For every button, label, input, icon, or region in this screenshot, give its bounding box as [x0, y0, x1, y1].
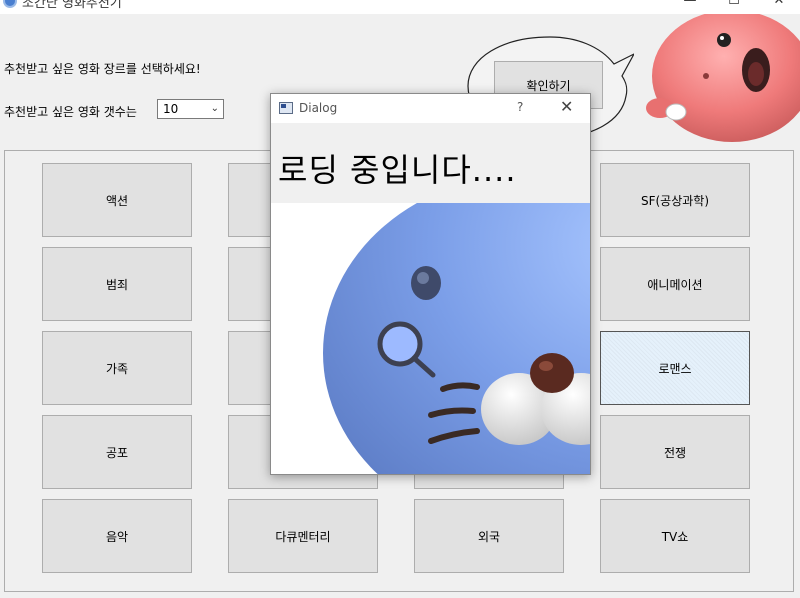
dialog-window-icon: [279, 102, 293, 114]
genre-button-war[interactable]: 전쟁: [600, 415, 750, 489]
genre-button-crime[interactable]: 범죄: [42, 247, 192, 321]
genre-button-action[interactable]: 액션: [42, 163, 192, 237]
movie-count-value: 10: [163, 102, 179, 116]
dialog-title: Dialog: [299, 101, 338, 115]
count-prompt-label: 추천받고 싶은 영화 갯수는: [4, 105, 137, 119]
genre-button-music[interactable]: 음악: [42, 499, 192, 573]
genre-button-animation[interactable]: 애니메이션: [600, 247, 750, 321]
close-button[interactable]: ✕: [757, 0, 800, 14]
genre-button-sf[interactable]: SF(공상과학): [600, 163, 750, 237]
app-icon: [3, 0, 17, 8]
genre-button-foreign[interactable]: 외국: [414, 499, 564, 573]
genre-button-romance[interactable]: 로맨스: [600, 331, 750, 405]
genre-button-family[interactable]: 가족: [42, 331, 192, 405]
genre-prompt-label: 추천받고 싶은 영화 장르를 선택하세요!: [4, 62, 201, 76]
window-title: 조간단 영화추천기: [22, 0, 122, 11]
maximize-button[interactable]: ☐: [712, 0, 756, 14]
minimize-button[interactable]: —: [668, 0, 712, 14]
genre-button-tv-show[interactable]: TV쇼: [600, 499, 750, 573]
loading-dialog: Dialog ? ✕ 로딩 중입니다....: [270, 93, 591, 475]
genre-button-horror[interactable]: 공포: [42, 415, 192, 489]
dialog-titlebar: Dialog ? ✕: [271, 94, 590, 123]
window-titlebar: 조간단 영화추천기 — ☐ ✕: [0, 0, 800, 14]
pink-mascot-icon: [646, 14, 800, 142]
genre-button-documentary[interactable]: 다큐멘터리: [228, 499, 378, 573]
dialog-help-button[interactable]: ?: [517, 100, 523, 114]
blue-character-image: [271, 203, 590, 474]
loading-message: 로딩 중입니다....: [271, 123, 590, 203]
movie-count-select[interactable]: 10 ⌄: [157, 99, 224, 119]
dialog-close-button[interactable]: ✕: [560, 97, 573, 116]
chevron-down-icon: ⌄: [210, 103, 219, 114]
